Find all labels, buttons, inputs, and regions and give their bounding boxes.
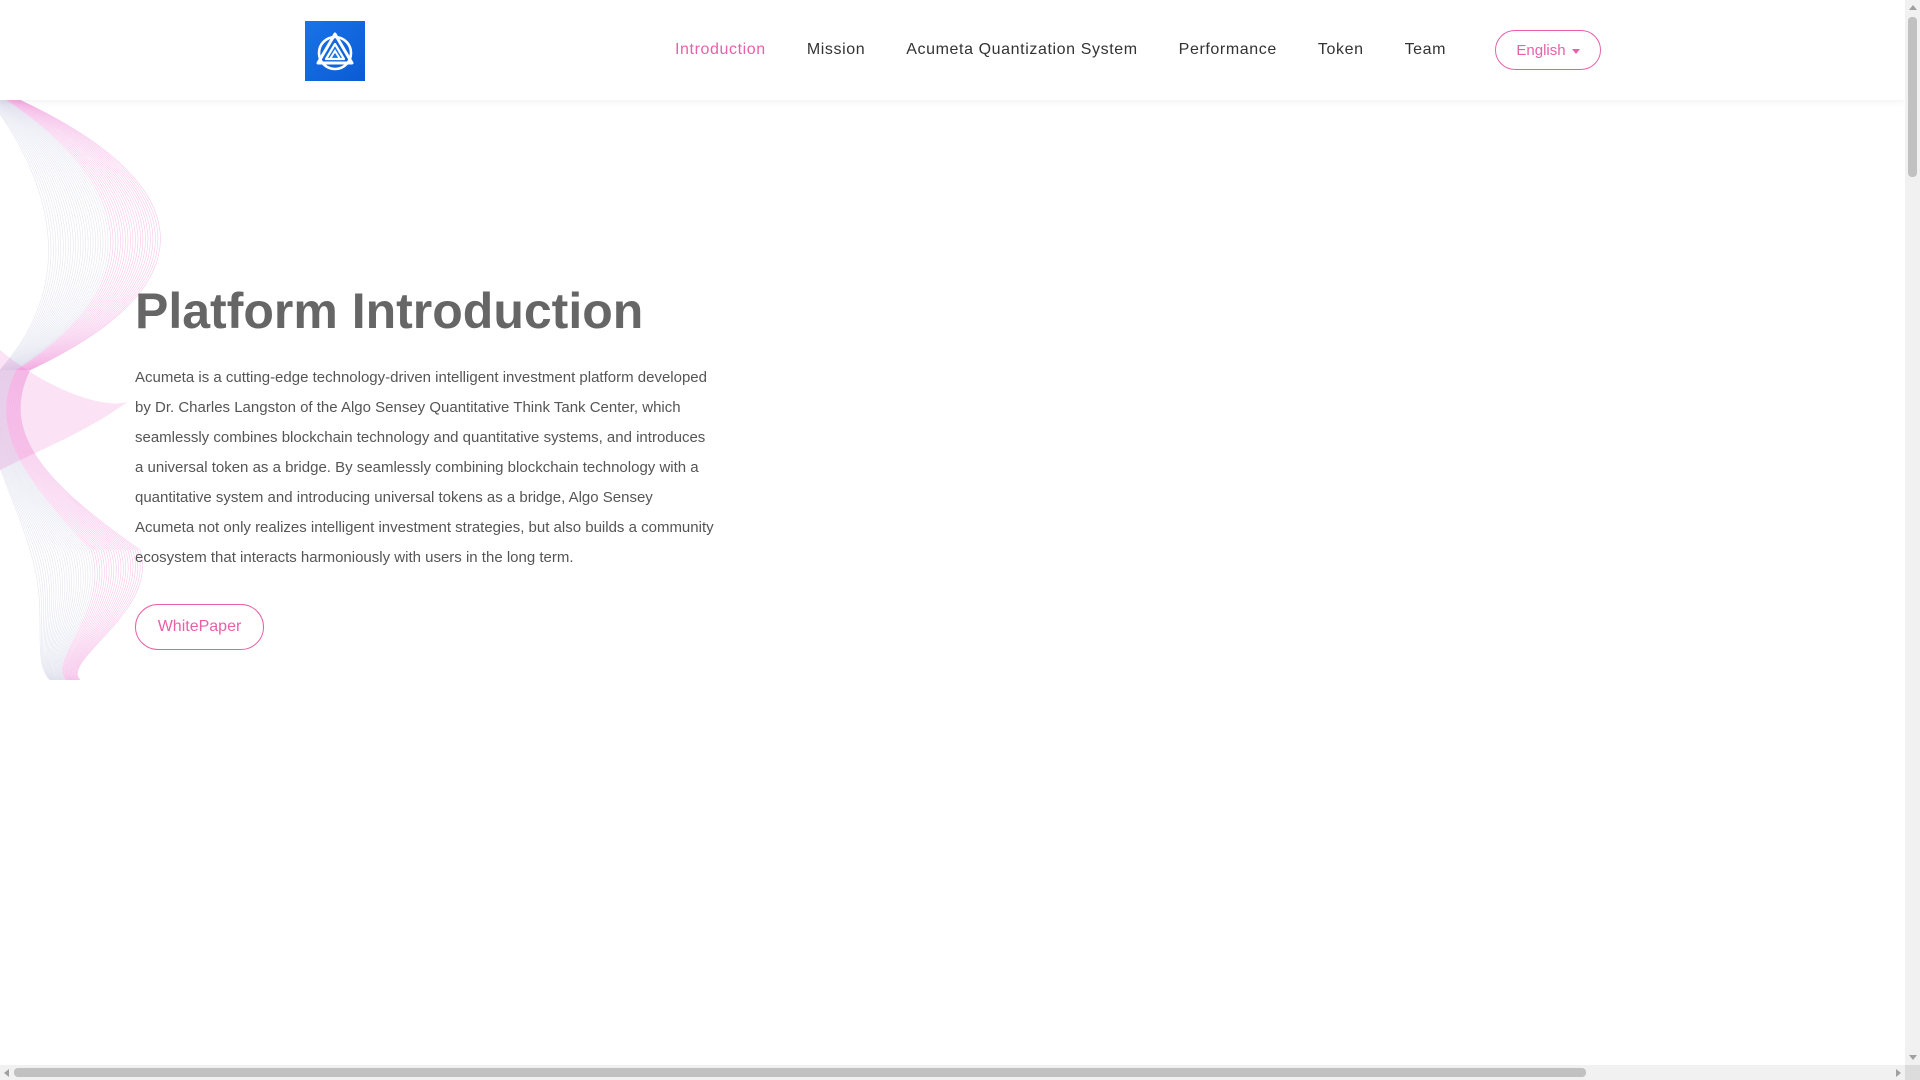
language-label: English <box>1516 41 1566 59</box>
page-title: Platform Introduction <box>135 283 644 339</box>
main-nav: Introduction Mission Acumeta Quantizatio… <box>675 0 1446 100</box>
caret-down-icon <box>1571 48 1580 54</box>
horizontal-scrollbar[interactable] <box>0 1065 1905 1080</box>
page-viewport: Introduction Mission Acumeta Quantizatio… <box>0 0 1905 1065</box>
nav-team[interactable]: Team <box>1405 41 1447 59</box>
whitepaper-button[interactable]: WhitePaper <box>135 604 264 650</box>
intro-paragraph: Acumeta is a cutting-edge technology-dri… <box>135 369 714 566</box>
scroll-left-arrow-icon[interactable] <box>4 1069 9 1077</box>
nav-performance[interactable]: Performance <box>1179 41 1277 59</box>
wave-highlight <box>0 350 130 470</box>
scrollbar-corner <box>1905 1065 1920 1080</box>
vertical-scroll-thumb[interactable] <box>1908 17 1917 177</box>
site-header: Introduction Mission Acumeta Quantizatio… <box>0 0 1905 100</box>
vertical-scrollbar[interactable] <box>1905 0 1920 1065</box>
horizontal-scroll-thumb[interactable] <box>14 1068 1586 1077</box>
nav-mission[interactable]: Mission <box>807 41 865 59</box>
scroll-right-arrow-icon[interactable] <box>1896 1069 1901 1077</box>
acumeta-triangle-logo-icon <box>316 32 354 71</box>
nav-token[interactable]: Token <box>1318 41 1364 59</box>
language-dropdown[interactable]: English <box>1495 30 1601 70</box>
scroll-down-arrow-icon[interactable] <box>1909 1055 1917 1060</box>
scroll-up-arrow-icon[interactable] <box>1909 5 1917 10</box>
nav-introduction[interactable]: Introduction <box>675 41 766 59</box>
acumeta-logo[interactable] <box>305 21 365 81</box>
nav-acumeta-quantization-system[interactable]: Acumeta Quantization System <box>906 41 1137 59</box>
